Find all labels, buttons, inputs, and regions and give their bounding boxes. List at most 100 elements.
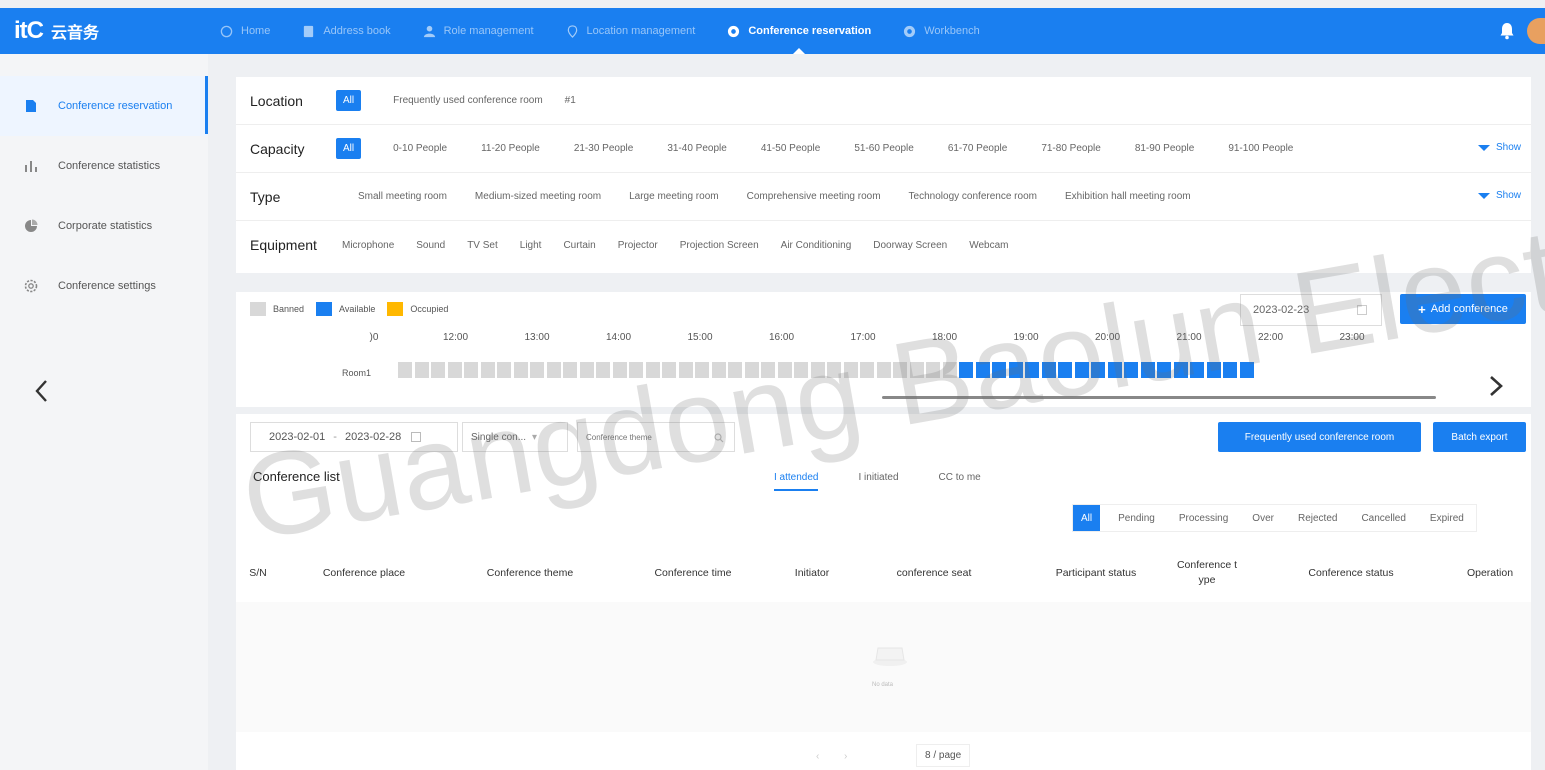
status-tab-processing[interactable]: Processing: [1167, 505, 1240, 531]
time-slot-available[interactable]: [1025, 362, 1039, 378]
time-slot-banned: [695, 362, 709, 378]
time-slot-available[interactable]: [1223, 362, 1237, 378]
filter-option[interactable]: Exhibition hall meeting room: [1065, 191, 1191, 202]
capacity-show-toggle[interactable]: Show: [1477, 142, 1521, 153]
filter-option[interactable]: Small meeting room: [358, 191, 447, 202]
nav-role-management[interactable]: Role management: [407, 8, 550, 54]
filter-option[interactable]: All: [336, 90, 362, 111]
status-tab-pending[interactable]: Pending: [1106, 505, 1167, 531]
timeline-scrollbar[interactable]: [882, 396, 1436, 399]
filter-option[interactable]: Frequently used conference room: [393, 95, 543, 106]
filter-option[interactable]: Large meeting room: [629, 191, 719, 202]
filter-option[interactable]: Sound: [416, 240, 445, 251]
filter-option[interactable]: Webcam: [969, 240, 1008, 251]
filter-option[interactable]: Air Conditioning: [781, 240, 852, 251]
filter-option[interactable]: 81-90 People: [1135, 143, 1195, 154]
conference-theme-input[interactable]: [586, 432, 716, 442]
next-page-icon[interactable]: ›: [844, 751, 854, 762]
time-slot-available[interactable]: [1157, 362, 1171, 378]
filter-option[interactable]: 51-60 People: [854, 143, 914, 154]
conference-theme-search[interactable]: [577, 422, 735, 452]
time-slot-available[interactable]: [992, 362, 1006, 378]
filter-option[interactable]: 41-50 People: [761, 143, 821, 154]
filter-option[interactable]: 91-100 People: [1228, 143, 1293, 154]
filter-option[interactable]: Technology conference room: [909, 191, 1037, 202]
sidebar: Conference reservation Conference statis…: [0, 54, 208, 770]
nav-workbench[interactable]: Workbench: [887, 8, 995, 54]
filter-option[interactable]: Projection Screen: [680, 240, 759, 251]
time-slot-banned: [794, 362, 808, 378]
filter-option[interactable]: Light: [520, 240, 542, 251]
filter-option[interactable]: TV Set: [467, 240, 498, 251]
time-slot-available[interactable]: [1140, 362, 1155, 378]
conference-list-title: Conference list: [253, 469, 340, 484]
time-slot-available[interactable]: [1190, 362, 1204, 378]
time-slot-available[interactable]: [1107, 362, 1122, 378]
chevron-right-icon[interactable]: [1484, 374, 1508, 398]
tab-i-initiated[interactable]: I initiated: [858, 472, 898, 491]
time-slot-available[interactable]: [1206, 362, 1221, 378]
search-icon[interactable]: [714, 433, 724, 443]
time-slot-available[interactable]: [975, 362, 990, 378]
hour-label: 15:00: [687, 332, 713, 343]
status-tab-cancelled[interactable]: Cancelled: [1349, 505, 1417, 531]
filter-label: Type: [250, 188, 281, 205]
caret-down-icon: [1477, 144, 1490, 151]
conference-type-select[interactable]: Single con... ▾: [462, 422, 568, 452]
tab-i-attended[interactable]: I attended: [774, 472, 819, 491]
sidebar-item-label: Conference reservation: [58, 100, 173, 112]
filter-option[interactable]: 0-10 People: [393, 143, 447, 154]
add-conference-button[interactable]: + Add conference: [1400, 294, 1526, 324]
sidebar-item-corporate-statistics[interactable]: Corporate statistics: [0, 196, 208, 256]
filter-option[interactable]: #1: [565, 95, 576, 106]
tab-cc-to-me[interactable]: CC to me: [939, 472, 981, 491]
filter-option[interactable]: Microphone: [342, 240, 394, 251]
schedule-date-picker[interactable]: 2023-02-23: [1240, 294, 1382, 326]
user-avatar[interactable]: [1527, 18, 1545, 44]
filter-option[interactable]: 31-40 People: [667, 143, 727, 154]
filter-option[interactable]: All: [336, 138, 362, 159]
sidebar-item-conference-reservation[interactable]: Conference reservation: [0, 76, 208, 136]
nav-location-management[interactable]: Location management: [550, 8, 712, 54]
status-tab-expired[interactable]: Expired: [1418, 505, 1476, 531]
time-slot-banned: [711, 362, 726, 378]
time-slot-available[interactable]: [1239, 362, 1254, 378]
filter-option[interactable]: 71-80 People: [1041, 143, 1101, 154]
time-slot-available[interactable]: [1058, 362, 1072, 378]
status-tab-over[interactable]: Over: [1240, 505, 1286, 531]
legend-swatch: [250, 302, 266, 316]
date-range-picker[interactable]: 2023-02-01 - 2023-02-28: [250, 422, 458, 452]
hour-label: 16:00: [768, 332, 795, 343]
status-tab-rejected[interactable]: Rejected: [1286, 505, 1349, 531]
nav-address-book[interactable]: Address book: [286, 8, 406, 54]
filter-option[interactable]: Projector: [618, 240, 658, 251]
time-slot-available[interactable]: [959, 362, 973, 378]
bell-icon[interactable]: [1499, 22, 1515, 40]
frequently-used-room-button[interactable]: Frequently used conference room: [1218, 422, 1421, 452]
collapse-sidebar-icon[interactable]: [32, 376, 52, 406]
status-tab-all[interactable]: All: [1073, 505, 1101, 531]
time-slot-available[interactable]: [1041, 362, 1056, 378]
time-slot-available[interactable]: [1124, 362, 1138, 378]
filter-option[interactable]: Comprehensive meeting room: [747, 191, 881, 202]
app-logo[interactable]: itC 云音务: [14, 17, 204, 45]
filter-option[interactable]: Doorway Screen: [873, 240, 947, 251]
filter-option[interactable]: Medium-sized meeting room: [475, 191, 601, 202]
sidebar-item-conference-statistics[interactable]: Conference statistics: [0, 136, 208, 196]
nav-conference-reservation[interactable]: Conference reservation: [711, 8, 887, 54]
time-slot-available[interactable]: [1091, 362, 1105, 378]
filter-option[interactable]: 21-30 People: [574, 143, 634, 154]
filter-option[interactable]: 61-70 People: [948, 143, 1008, 154]
role-tabs: I attended I initiated CC to me: [774, 472, 1021, 491]
time-slot-available[interactable]: [1173, 362, 1188, 378]
filter-option[interactable]: Curtain: [563, 240, 595, 251]
type-show-toggle[interactable]: Show: [1477, 190, 1521, 201]
time-slot-available[interactable]: [1074, 362, 1089, 378]
page-size-select[interactable]: 8 / page: [916, 744, 971, 767]
sidebar-item-conference-settings[interactable]: Conference settings: [0, 256, 208, 316]
filter-option[interactable]: 11-20 People: [481, 143, 540, 154]
time-slot-available[interactable]: [1008, 362, 1023, 378]
batch-export-button[interactable]: Batch export: [1433, 422, 1526, 452]
nav-home[interactable]: Home: [204, 8, 286, 54]
prev-page-icon[interactable]: ‹: [816, 751, 826, 762]
